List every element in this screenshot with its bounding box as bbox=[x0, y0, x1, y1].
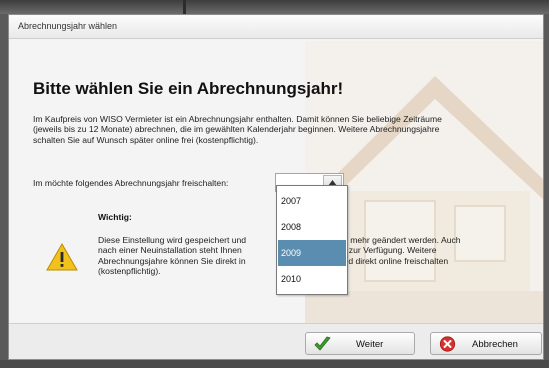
intro-line: Im Kaufpreis von WISO Vermieter ist ein … bbox=[33, 114, 442, 124]
checkmark-icon bbox=[314, 336, 331, 351]
year-option-2009[interactable]: 2009 bbox=[278, 240, 346, 266]
year-option-2010[interactable]: 2010 bbox=[278, 266, 346, 292]
background-bottom-strip bbox=[0, 360, 549, 368]
cancel-icon bbox=[439, 336, 456, 352]
year-select-label: Im möchte folgendes Abrechnungsjahr frei… bbox=[33, 178, 229, 188]
warning-title: Wichtig: bbox=[98, 212, 132, 222]
cancel-button-label: Abbrechen bbox=[472, 339, 518, 350]
dialog-footer: Weiter Abbrechen bbox=[9, 323, 543, 359]
next-button-label: Weiter bbox=[356, 339, 384, 350]
intro-line: schalten Sie auf Wunsch später online fr… bbox=[33, 134, 259, 145]
year-option-2007[interactable]: 2007 bbox=[278, 188, 346, 214]
year-option-2008[interactable]: 2008 bbox=[278, 214, 346, 240]
dialog-titlebar: Abrechnungsjahr wählen bbox=[9, 15, 543, 39]
year-dropdown-list: 2007 2008 2009 2010 bbox=[276, 185, 348, 295]
background-window-strip bbox=[0, 0, 549, 14]
next-button[interactable]: Weiter bbox=[305, 332, 415, 355]
year-selection-dialog: Abrechnungsjahr wählen Bitte wählen Sie … bbox=[8, 14, 544, 360]
cancel-button[interactable]: Abbrechen bbox=[430, 332, 542, 355]
page-heading: Bitte wählen Sie ein Abrechnungsjahr! bbox=[33, 79, 344, 98]
intro-line: (jeweils bis zu 12 Monate) abrechnen, di… bbox=[33, 124, 440, 135]
intro-text: Im Kaufpreis von WISO Vermieter ist ein … bbox=[33, 114, 533, 145]
dialog-title: Abrechnungsjahr wählen bbox=[18, 21, 118, 31]
warning-icon bbox=[46, 243, 78, 271]
background-divider bbox=[183, 0, 186, 14]
